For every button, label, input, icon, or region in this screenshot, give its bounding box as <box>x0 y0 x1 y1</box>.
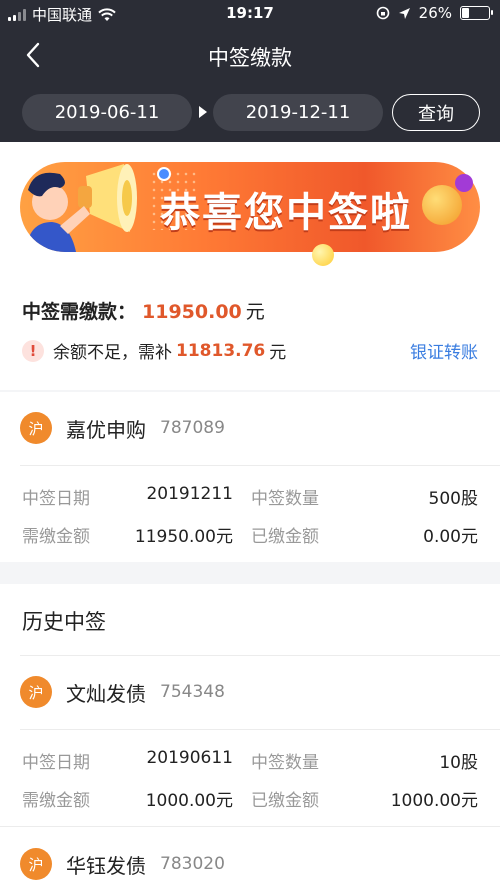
market-badge: 沪 <box>20 676 52 708</box>
shortfall-unit: 元 <box>269 343 287 363</box>
congrats-banner: 恭喜您中签啦 <box>20 162 480 252</box>
status-bar: 中国联通 19:17 26% <box>0 0 500 28</box>
stock-header: 沪 嘉优申购 787089 <box>20 412 225 444</box>
paid-value: 0.00元 <box>423 527 478 547</box>
qty-label: 中签数量 <box>251 489 319 509</box>
stock-name: 文灿发债 <box>66 681 146 706</box>
due-label: 需缴金额 <box>22 527 90 547</box>
date-label: 中签日期 <box>22 753 90 773</box>
bank-transfer-link[interactable]: 银证转账 <box>410 338 478 363</box>
warning-icon: ! <box>22 339 44 362</box>
qty-value: 10股 <box>439 753 478 773</box>
triangle-right-icon <box>199 106 207 118</box>
divider <box>20 729 500 730</box>
megaphone-person-illustration <box>26 164 137 252</box>
start-date-picker[interactable]: 2019-06-11 <box>22 94 192 131</box>
due-amount-row: 中签需缴款： 11950.00 元 <box>22 297 265 324</box>
qty-value: 500股 <box>428 489 478 509</box>
paid-label: 已缴金额 <box>251 527 319 547</box>
due-unit: 元 <box>245 301 265 323</box>
due-label: 需缴金额 <box>22 791 90 811</box>
battery-percent: 26% <box>418 4 452 22</box>
battery-icon <box>460 6 493 20</box>
decor-bubble <box>157 167 171 181</box>
page-title: 中签缴款 <box>208 46 292 70</box>
shortfall-text: 余额不足，需补 <box>53 343 172 363</box>
history-item[interactable]: 沪 华钰发债 783020 <box>20 848 225 880</box>
stock-code: 754348 <box>160 682 225 702</box>
paid-value: 1000.00元 <box>390 791 478 811</box>
date-filter: 2019-06-11 2019-12-11 查询 <box>0 94 500 134</box>
shortfall-amount: 11813.76 <box>176 340 266 361</box>
history-section: 历史中签 沪 文灿发债 754348 中签日期 20190611 中签数量 10… <box>0 584 500 889</box>
divider <box>20 655 500 656</box>
date-value: 20190611 <box>146 748 233 768</box>
paid-label: 已缴金额 <box>251 791 319 811</box>
due-value: 1000.00元 <box>145 791 233 811</box>
stock-code: 787089 <box>160 418 225 438</box>
due-value: 11950.00元 <box>134 527 233 547</box>
shortfall-row: ! 余额不足，需补 11813.76 元 <box>22 338 286 363</box>
summary-card: 恭喜您中签啦 中签需缴款： 11950.00 元 ! 余额不足，需补 11813.7… <box>0 142 500 390</box>
location-icon <box>398 7 410 19</box>
decor-bubble <box>422 185 462 225</box>
market-badge: 沪 <box>20 848 52 880</box>
query-button[interactable]: 查询 <box>392 94 480 131</box>
due-amount: 11950.00 <box>142 301 242 323</box>
orientation-lock-icon <box>376 6 389 20</box>
qty-label: 中签数量 <box>251 753 319 773</box>
header: 中国联通 19:17 26% 中签缴款 2019-06-11 2019-12-1… <box>0 0 500 142</box>
date-value: 20191211 <box>146 484 233 504</box>
decor-bubble <box>312 244 334 266</box>
date-label: 中签日期 <box>22 489 90 509</box>
divider <box>20 465 500 466</box>
market-badge: 沪 <box>20 412 52 444</box>
section-gap <box>0 562 500 584</box>
stock-name: 华钰发债 <box>66 853 146 878</box>
nav-bar: 中签缴款 <box>0 30 500 82</box>
history-title: 历史中签 <box>22 610 106 634</box>
decor-bubble <box>455 174 473 192</box>
banner-text: 恭喜您中签啦 <box>160 190 412 236</box>
end-date-picker[interactable]: 2019-12-11 <box>213 94 383 131</box>
divider <box>0 826 500 827</box>
stock-code: 783020 <box>160 854 225 874</box>
due-label: 中签需缴款： <box>22 301 137 323</box>
history-item[interactable]: 沪 文灿发债 754348 <box>20 676 225 708</box>
current-allotment-card[interactable]: 沪 嘉优申购 787089 中签日期 20191211 中签数量 500股 需缴… <box>0 392 500 562</box>
stock-name: 嘉优申购 <box>66 417 146 442</box>
